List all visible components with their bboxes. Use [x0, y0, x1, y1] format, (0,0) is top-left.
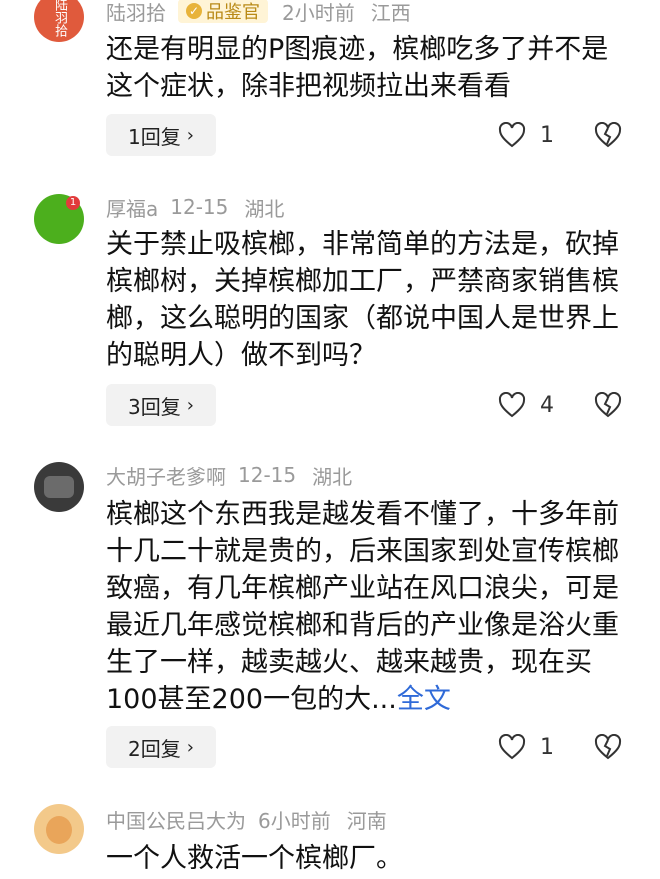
- chevron-right-icon: ›: [186, 736, 194, 758]
- comment-text: 关于禁止吸槟榔，非常简单的方法是，砍掉槟榔树，关掉槟榔加工厂，严禁商家销售槟榔，…: [106, 226, 626, 374]
- avatar-image-shape: [44, 476, 74, 498]
- broken-heart-icon: [594, 122, 622, 148]
- comment-text: 槟榔这个东西我是越发看不懂了，十多年前十几二十就是贵的，后来国家到处宣传槟榔致癌…: [106, 496, 626, 718]
- avatar[interactable]: [34, 462, 84, 512]
- reply-count: 1回复: [128, 124, 181, 149]
- comment-body: 槟榔这个东西我是越发看不懂了，十多年前十几二十就是贵的，后来国家到处宣传槟榔致癌…: [106, 499, 619, 715]
- avatar[interactable]: 陆羽拾: [34, 0, 84, 42]
- heart-outline-icon: [498, 734, 526, 760]
- heart-outline-icon: [498, 392, 526, 418]
- check-icon: ✓: [186, 3, 202, 19]
- avatar-text: 陆羽拾: [52, 0, 67, 37]
- comment-body: 关于禁止吸槟榔，非常简单的方法是，砍掉槟榔树，关掉槟榔加工厂，严禁商家销售槟榔，…: [106, 229, 619, 371]
- comment-time: 12-15: [170, 195, 229, 219]
- dislike-button[interactable]: [594, 384, 626, 426]
- avatar-face-shape: [46, 816, 72, 844]
- comment-text: 还是有明显的P图痕迹，槟榔吃多了并不是这个症状，除非把视频拉出来看看: [106, 31, 626, 105]
- comment-time: 6小时前: [258, 808, 331, 833]
- avatar-notification-badge: 1: [66, 196, 80, 210]
- badge-label: 品鉴官: [206, 2, 260, 23]
- reply-count: 3回复: [128, 394, 181, 419]
- like-button[interactable]: 1: [498, 726, 554, 768]
- comment-text: 一个人救活一个槟榔厂。: [106, 840, 626, 877]
- comment-body: 一个人救活一个槟榔厂。: [106, 843, 403, 874]
- avatar[interactable]: [34, 804, 84, 854]
- comment-location: 河南: [346, 808, 387, 833]
- comment-time: 12-15: [238, 463, 297, 487]
- like-count: 4: [540, 392, 554, 418]
- reply-count: 2回复: [128, 736, 181, 761]
- dislike-button[interactable]: [594, 114, 626, 156]
- comment-username[interactable]: 厚福a: [106, 193, 158, 222]
- chevron-right-icon: ›: [186, 124, 194, 146]
- broken-heart-icon: [594, 392, 622, 418]
- broken-heart-icon: [594, 734, 622, 760]
- role-badge: ✓ 品鉴官: [178, 0, 268, 23]
- like-count: 1: [540, 122, 554, 148]
- like-button[interactable]: 1: [498, 114, 554, 156]
- reply-button[interactable]: 3回复 ›: [106, 384, 216, 426]
- comment-body: 还是有明显的P图痕迹，槟榔吃多了并不是这个症状，除非把视频拉出来看看: [106, 34, 609, 102]
- comment-location: 江西: [370, 0, 411, 25]
- reply-button[interactable]: 1回复 ›: [106, 114, 216, 156]
- like-button[interactable]: 4: [498, 384, 554, 426]
- dislike-button[interactable]: [594, 726, 626, 768]
- expand-full-text-link[interactable]: 全文: [397, 684, 451, 715]
- comment-username[interactable]: 大胡子老爹啊: [106, 461, 226, 490]
- comment-username[interactable]: 中国公民吕大为: [106, 805, 246, 834]
- heart-outline-icon: [498, 122, 526, 148]
- comment-location: 湖北: [244, 196, 285, 221]
- like-count: 1: [540, 734, 554, 760]
- comment-time: 2小时前: [282, 0, 355, 25]
- reply-button[interactable]: 2回复 ›: [106, 726, 216, 768]
- comment-username[interactable]: 陆羽拾: [106, 0, 166, 26]
- chevron-right-icon: ›: [186, 394, 194, 416]
- comment-location: 湖北: [312, 464, 353, 489]
